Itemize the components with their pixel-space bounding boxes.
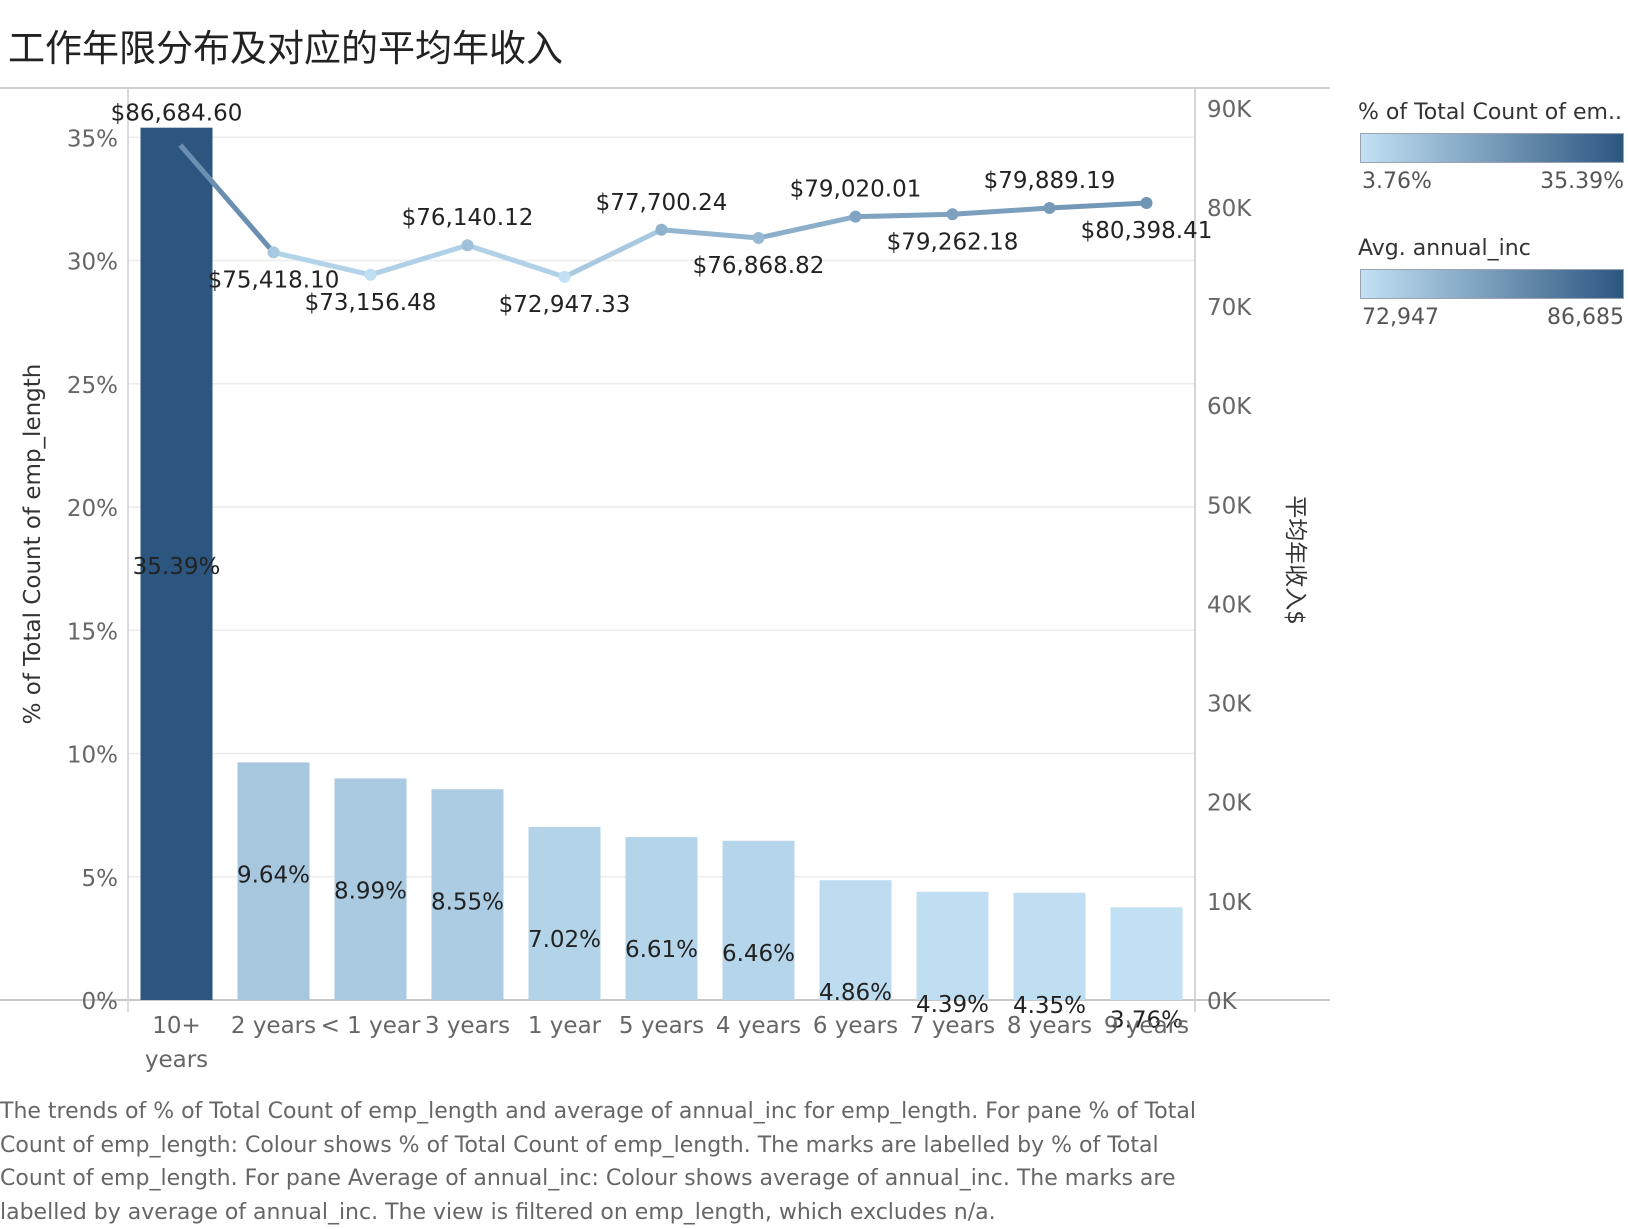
x-tick-label: 7 years [910,1013,995,1039]
bar-value-label: 6.46% [722,941,795,967]
line-value-label: $79,020.01 [790,177,922,203]
line-value-label: $73,156.48 [305,290,437,316]
y-left-tick-label: 5% [82,866,119,892]
y-right-tick-label: 70K [1207,295,1252,321]
line-point [170,134,183,147]
bar [1110,907,1183,1000]
line-value-label: $79,262.18 [887,229,1019,255]
y-right-tick-label: 50K [1207,493,1252,519]
line-value-label: $76,140.12 [402,205,534,231]
line-point [267,246,280,259]
bar [625,837,698,1000]
chart-caption: The trends of % of Total Count of emp_le… [0,1099,1196,1225]
x-tick-label: 3 years [425,1013,510,1039]
line-point [946,208,959,221]
line-value-label: $86,684.60 [111,101,243,127]
x-tick-label: < 1 year [321,1013,421,1039]
line-point [364,268,377,281]
legend-income-gradient [1360,269,1624,299]
y-right-tick-label: 10K [1207,890,1252,916]
legend-percent-gradient [1360,133,1624,163]
bar-value-label: 35.39% [133,554,221,580]
line-segment [950,205,1052,217]
line-point [1043,202,1056,215]
bar-value-label: 8.99% [334,878,407,904]
y-left-tick-label: 20% [67,496,118,522]
line-segment [562,227,664,280]
y-right-tick-label: 30K [1207,692,1252,718]
y-right-axis-title: 平均年收入$ [1282,495,1308,625]
bar [528,826,601,1000]
bar-value-label: 4.86% [819,980,892,1006]
line-point [655,223,668,236]
y-left-tick-label: 15% [67,619,118,645]
bar [722,840,795,1000]
x-tick-label: 8 years [1007,1013,1092,1039]
line-value-label: $80,398.41 [1081,218,1213,244]
y-right-tick-label: 40K [1207,592,1252,618]
y-right-tick-label: 80K [1207,196,1252,222]
y-left-tick-label: 35% [67,126,118,152]
bar-value-label: 6.61% [625,937,698,963]
legend-percent-min: 3.76% [1362,169,1432,194]
line-segment [1047,200,1149,211]
legend-income-max: 86,685 [1547,305,1624,330]
legend-percent: % of Total Count of em.. 3.76% 35.39% [1358,100,1628,195]
x-tick-label: 2 years [231,1013,316,1039]
y-right-tick-label: 0K [1207,989,1238,1015]
y-left-tick-label: 10% [67,743,118,769]
y-right-tick-label: 20K [1207,791,1252,817]
line-segment [659,227,761,241]
line-value-label: $72,947.33 [499,292,631,318]
legend-percent-max: 35.39% [1540,169,1624,194]
bar [916,891,989,1000]
bar-value-label: 7.02% [528,927,601,953]
y-left-tick-label: 30% [67,250,118,276]
legend-income-title: Avg. annual_inc [1358,236,1531,261]
y-right-tick-label: 90K [1207,97,1252,123]
y-left-tick-label: 0% [82,989,119,1015]
x-tick-label: 10+ [152,1013,201,1039]
line-point [461,239,474,252]
line-point [558,270,571,283]
y-right-tick-label: 60K [1207,394,1252,420]
bar-value-label: 9.64% [237,862,310,888]
line-point [1140,197,1153,210]
bar-value-label: 8.55% [431,889,504,915]
line-segment [756,214,858,241]
x-tick-label: 5 years [619,1013,704,1039]
x-tick-label: 6 years [813,1013,898,1039]
y-left-tick-label: 25% [67,373,118,399]
x-tick-label: 9 years [1104,1013,1189,1039]
line-value-label: $77,700.24 [596,190,728,216]
legend-income-min: 72,947 [1362,305,1439,330]
bar [1013,892,1086,1000]
legend-income: Avg. annual_inc 72,947 86,685 [1358,236,1628,331]
line-segment [853,211,955,220]
legend-percent-title: % of Total Count of em.. [1358,100,1622,125]
line-value-label: $76,868.82 [693,253,825,279]
x-tick-label: 4 years [716,1013,801,1039]
x-tick-label: years [145,1047,208,1073]
line-value-label: $79,889.19 [984,168,1116,194]
line-point [849,210,862,223]
y-left-axis-title: % of Total Count of emp_length [20,364,46,725]
line-point [752,231,765,244]
x-tick-label: 1 year [528,1013,602,1039]
